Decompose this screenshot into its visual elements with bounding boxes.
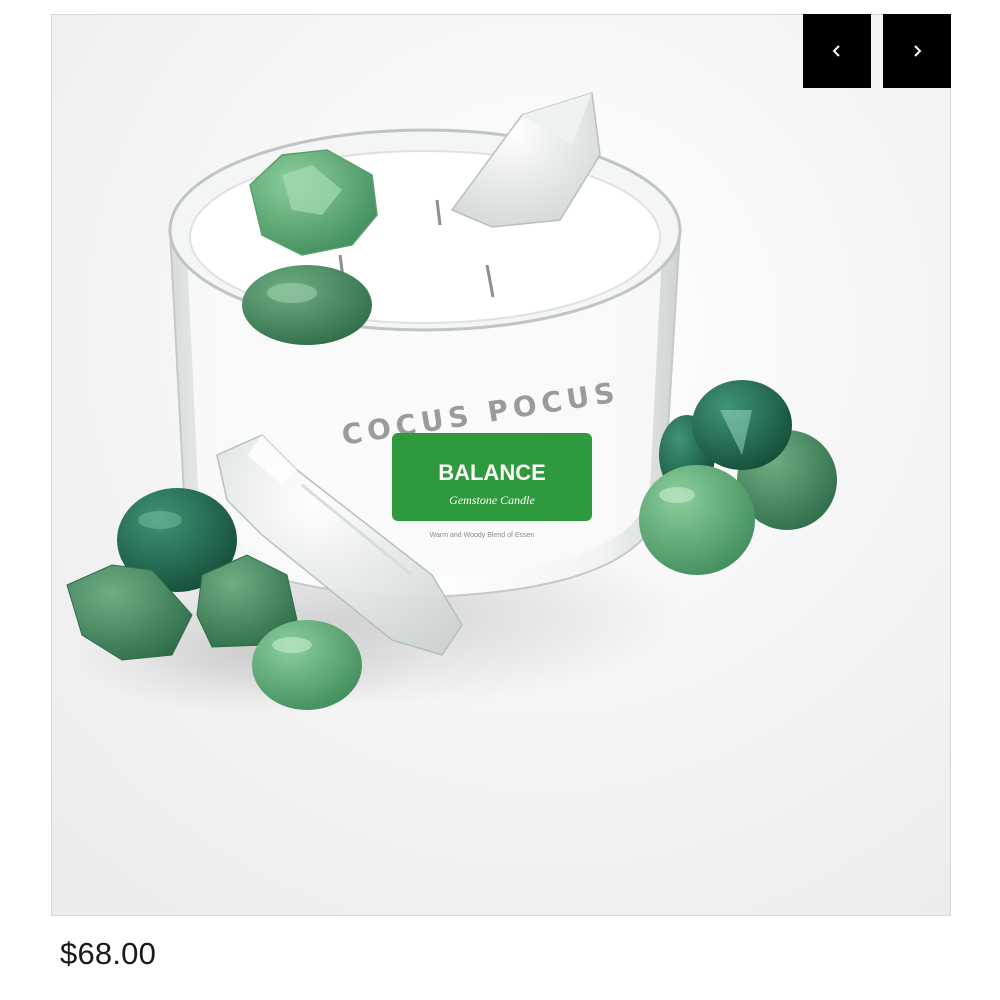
label-fine-print: Warm and Woody Blend of Essen: [430, 532, 535, 539]
product-image-gallery[interactable]: COCUS POCUS BALANCE Gemstone Candle Warm…: [51, 14, 951, 916]
next-image-button[interactable]: [883, 14, 951, 88]
product-page: COCUS POCUS BALANCE Gemstone Candle Warm…: [0, 0, 1000, 1000]
product-photo: COCUS POCUS BALANCE Gemstone Candle Warm…: [52, 15, 950, 915]
label-subtitle: Gemstone Candle: [449, 493, 535, 507]
label-title: BALANCE: [438, 460, 546, 485]
product-price: $68.00: [60, 936, 157, 971]
previous-image-button[interactable]: [803, 14, 871, 88]
chevron-left-icon: [832, 45, 840, 57]
chevron-right-icon: [914, 45, 922, 57]
